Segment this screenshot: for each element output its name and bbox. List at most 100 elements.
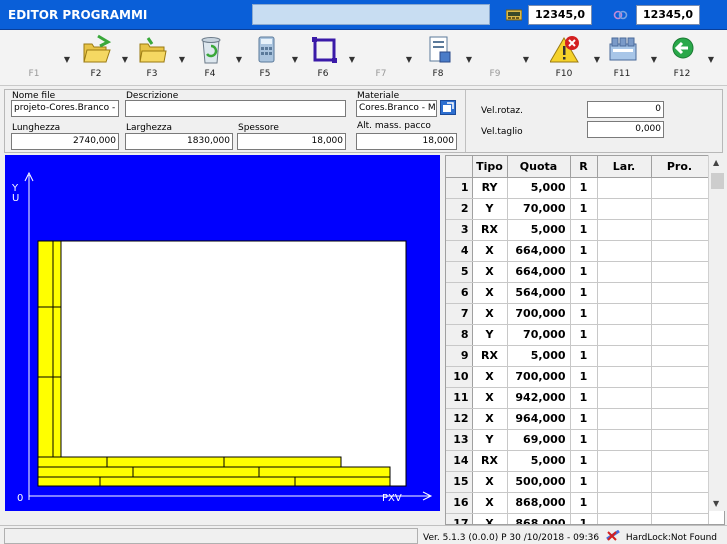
spessore-field[interactable]: 18,000: [237, 133, 346, 150]
r-cell[interactable]: 1: [570, 303, 598, 325]
tipo-cell[interactable]: RX: [472, 345, 508, 367]
pro-cell[interactable]: [651, 177, 709, 199]
row-number-cell[interactable]: 17: [446, 513, 473, 524]
lar-cell[interactable]: [597, 450, 652, 472]
grid-vertical-scrollbar[interactable]: ▲ ▼: [708, 155, 725, 511]
larghezza-field[interactable]: 1830,000: [125, 133, 233, 150]
row-number-cell[interactable]: 4: [446, 240, 473, 262]
chevron-down-icon[interactable]: ▼: [290, 56, 300, 64]
lar-cell[interactable]: [597, 408, 652, 430]
lar-cell[interactable]: [597, 366, 652, 388]
pro-cell[interactable]: [651, 324, 709, 346]
col-header-r[interactable]: R: [570, 156, 598, 178]
chevron-down-icon[interactable]: ▼: [62, 56, 72, 64]
quota-cell[interactable]: 5,000: [507, 219, 571, 241]
col-header-lar[interactable]: Lar.: [597, 156, 652, 178]
f12-button[interactable]: F12: [662, 32, 702, 82]
r-cell[interactable]: 1: [570, 345, 598, 367]
r-cell[interactable]: 1: [570, 240, 598, 262]
lar-cell[interactable]: [597, 240, 652, 262]
tipo-cell[interactable]: X: [472, 471, 508, 493]
quota-cell[interactable]: 868,000: [507, 492, 571, 514]
quota-cell[interactable]: 564,000: [507, 282, 571, 304]
r-cell[interactable]: 1: [570, 429, 598, 451]
row-number-cell[interactable]: 14: [446, 450, 473, 472]
quota-cell[interactable]: 700,000: [507, 366, 571, 388]
f11-button[interactable]: F11: [602, 32, 642, 82]
tipo-cell[interactable]: X: [472, 366, 508, 388]
pro-cell[interactable]: [651, 471, 709, 493]
pro-cell[interactable]: [651, 387, 709, 409]
table-row[interactable]: 9 RX 5,000 1: [446, 345, 709, 367]
pro-cell[interactable]: [651, 261, 709, 283]
lar-cell[interactable]: [597, 282, 652, 304]
r-cell[interactable]: 1: [570, 324, 598, 346]
table-row[interactable]: 1 RY 5,000 1: [446, 177, 709, 199]
pro-cell[interactable]: [651, 492, 709, 514]
vel-rotaz-field[interactable]: 0: [587, 101, 664, 118]
chevron-down-icon[interactable]: ▼: [234, 56, 244, 64]
row-number-cell[interactable]: 12: [446, 408, 473, 430]
chevron-down-icon[interactable]: ▼: [706, 56, 716, 64]
row-number-cell[interactable]: 13: [446, 429, 473, 451]
quota-cell[interactable]: 964,000: [507, 408, 571, 430]
f4-button[interactable]: F4: [190, 32, 230, 82]
quota-cell[interactable]: 664,000: [507, 261, 571, 283]
lar-cell[interactable]: [597, 429, 652, 451]
scroll-thumb[interactable]: [711, 173, 724, 189]
table-row[interactable]: 2 Y 70,000 1: [446, 198, 709, 220]
table-row[interactable]: 13 Y 69,000 1: [446, 429, 709, 451]
chevron-down-icon[interactable]: ▼: [404, 56, 414, 64]
lar-cell[interactable]: [597, 198, 652, 220]
col-header-quota[interactable]: Quota: [507, 156, 571, 178]
row-number-cell[interactable]: 9: [446, 345, 473, 367]
pro-cell[interactable]: [651, 219, 709, 241]
chevron-down-icon[interactable]: ▼: [177, 56, 187, 64]
lar-cell[interactable]: [597, 471, 652, 493]
pro-cell[interactable]: [651, 450, 709, 472]
tipo-cell[interactable]: X: [472, 513, 508, 524]
alt-pacco-field[interactable]: 18,000: [356, 133, 457, 150]
quota-cell[interactable]: 664,000: [507, 240, 571, 262]
r-cell[interactable]: 1: [570, 387, 598, 409]
r-cell[interactable]: 1: [570, 450, 598, 472]
table-row[interactable]: 7 X 700,000 1: [446, 303, 709, 325]
lar-cell[interactable]: [597, 387, 652, 409]
tipo-cell[interactable]: X: [472, 261, 508, 283]
chevron-down-icon[interactable]: ▼: [649, 56, 659, 64]
lunghezza-field[interactable]: 2740,000: [11, 133, 119, 150]
f3-button[interactable]: F3: [132, 32, 172, 82]
pro-cell[interactable]: [651, 240, 709, 262]
row-number-cell[interactable]: 2: [446, 198, 473, 220]
row-number-cell[interactable]: 16: [446, 492, 473, 514]
lar-cell[interactable]: [597, 219, 652, 241]
lar-cell[interactable]: [597, 324, 652, 346]
pro-cell[interactable]: [651, 345, 709, 367]
r-cell[interactable]: 1: [570, 219, 598, 241]
pro-cell[interactable]: [651, 366, 709, 388]
quota-cell[interactable]: 700,000: [507, 303, 571, 325]
table-row[interactable]: 5 X 664,000 1: [446, 261, 709, 283]
tipo-cell[interactable]: X: [472, 282, 508, 304]
tipo-cell[interactable]: RY: [472, 177, 508, 199]
row-number-cell[interactable]: 15: [446, 471, 473, 493]
quota-cell[interactable]: 70,000: [507, 198, 571, 220]
lar-cell[interactable]: [597, 492, 652, 514]
lar-cell[interactable]: [597, 303, 652, 325]
tipo-cell[interactable]: Y: [472, 198, 508, 220]
table-row[interactable]: 14 RX 5,000 1: [446, 450, 709, 472]
row-number-cell[interactable]: 1: [446, 177, 473, 199]
table-row[interactable]: 17 X 868,000 1: [446, 513, 709, 524]
quota-cell[interactable]: 500,000: [507, 471, 571, 493]
lar-cell[interactable]: [597, 345, 652, 367]
f5-button[interactable]: F5: [245, 32, 285, 82]
r-cell[interactable]: 1: [570, 366, 598, 388]
row-number-cell[interactable]: 11: [446, 387, 473, 409]
pro-cell[interactable]: [651, 282, 709, 304]
materiale-select-button[interactable]: [440, 100, 456, 115]
quota-cell[interactable]: 5,000: [507, 177, 571, 199]
table-row[interactable]: 16 X 868,000 1: [446, 492, 709, 514]
row-number-cell[interactable]: 7: [446, 303, 473, 325]
pro-cell[interactable]: [651, 198, 709, 220]
tipo-cell[interactable]: Y: [472, 429, 508, 451]
